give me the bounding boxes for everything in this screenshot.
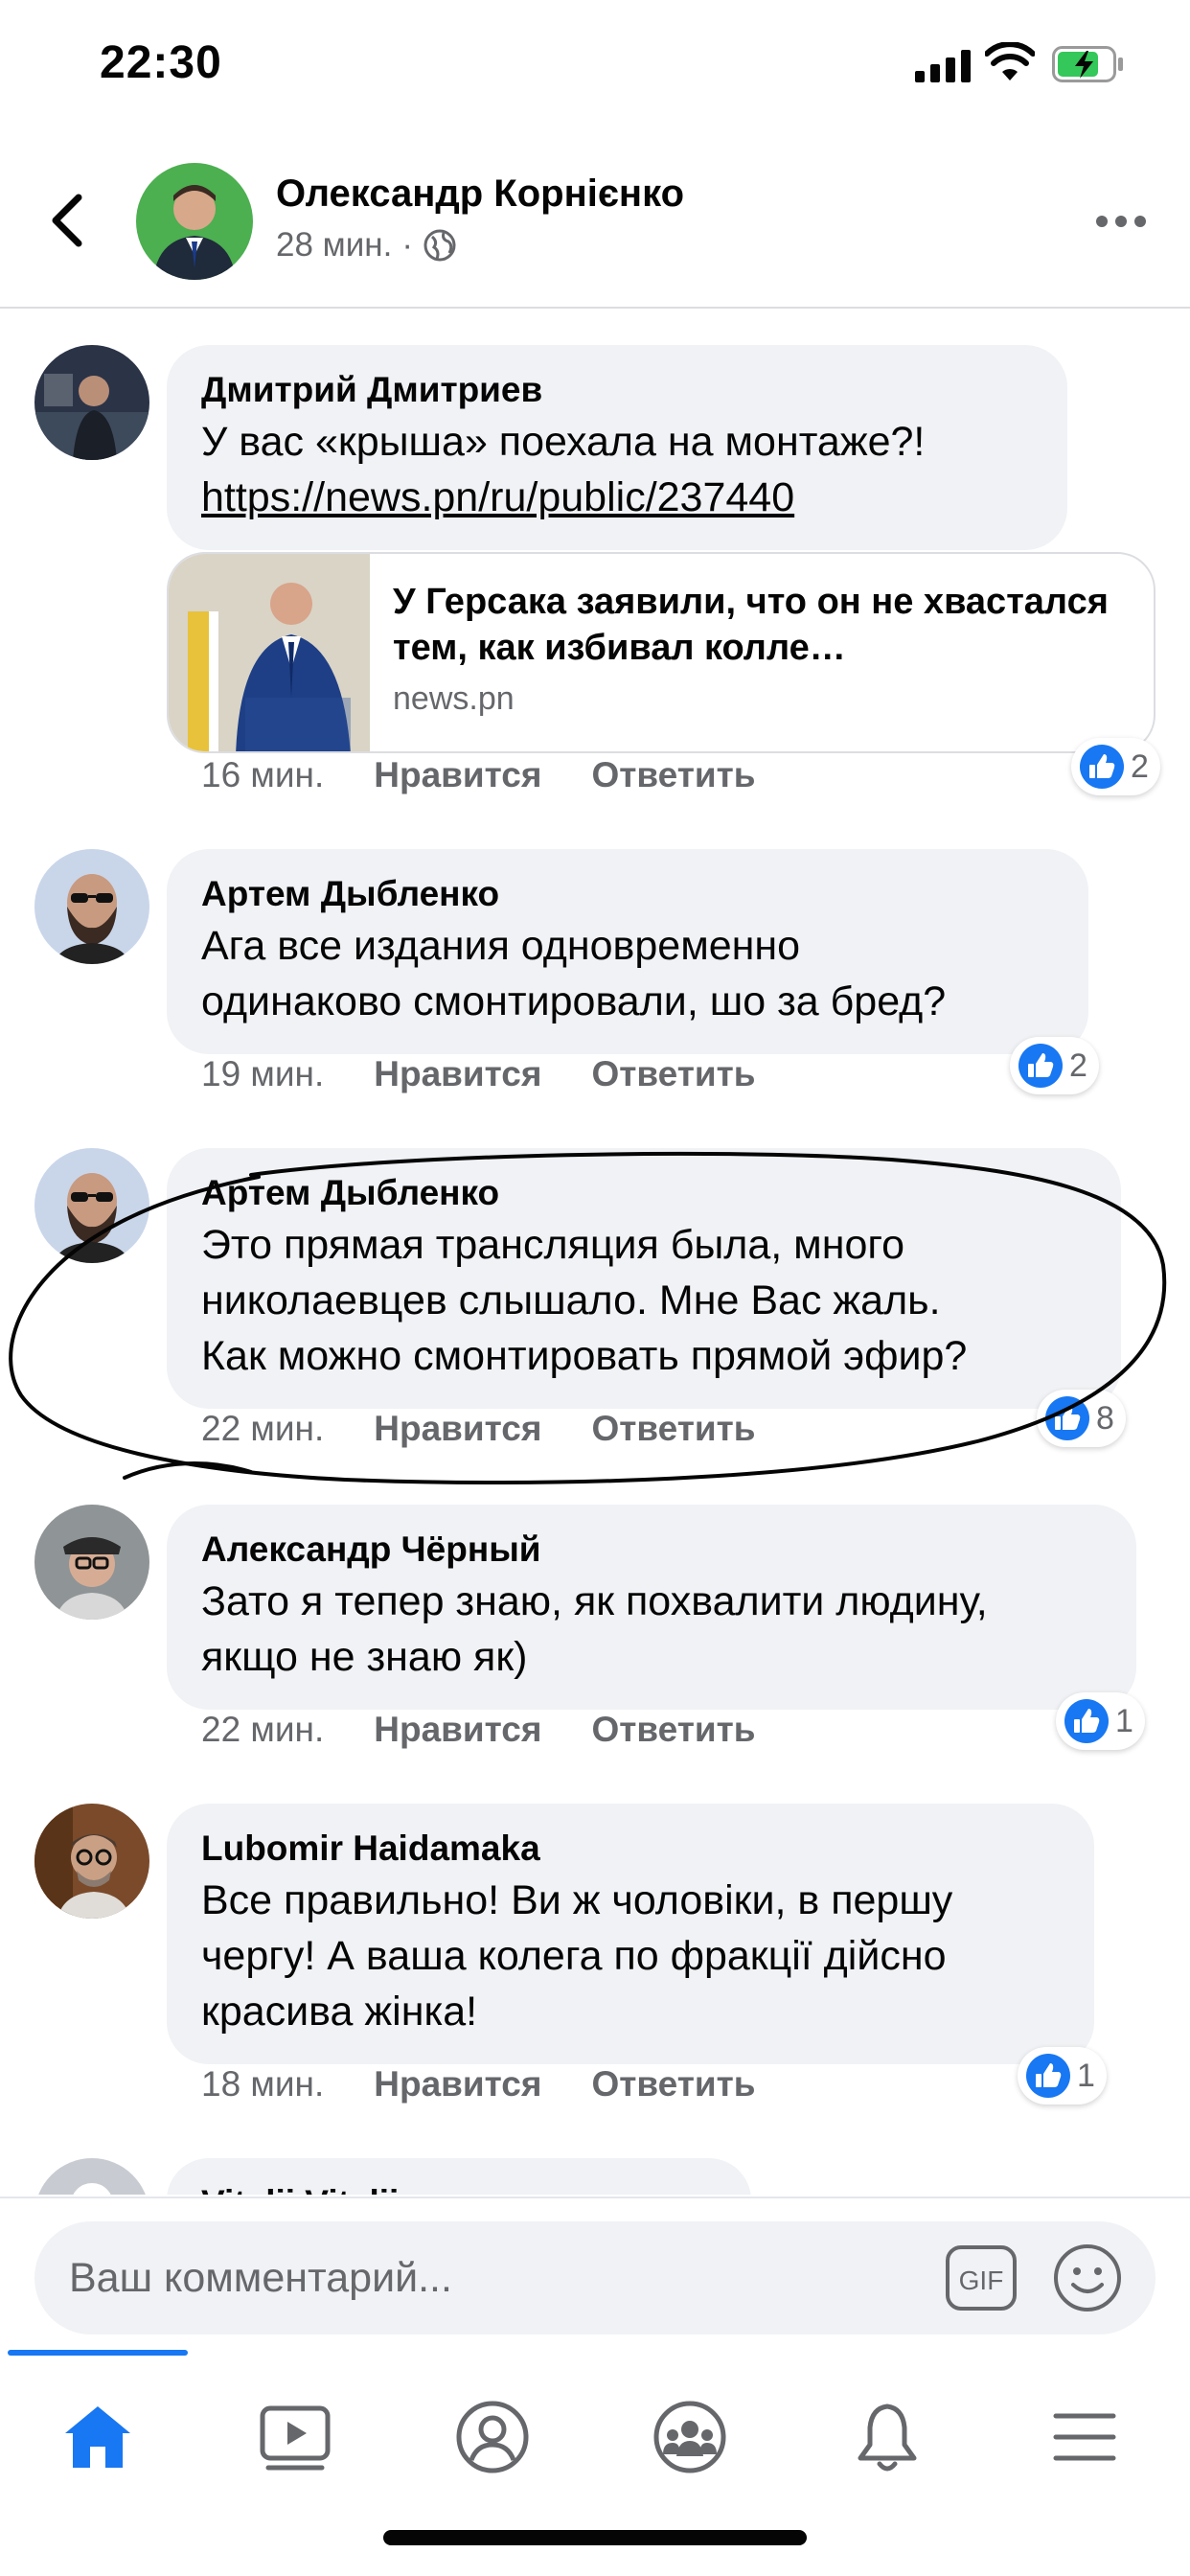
tab-groups[interactable] [592,2375,788,2499]
tab-notifications[interactable] [790,2375,985,2499]
like-button[interactable]: Нравится [374,1710,541,1750]
comment-text: Все правильно! Ви ж чоловіки, в першу че… [201,1877,953,2035]
comment-author[interactable]: Lubomir Haidamaka [201,1825,1060,1873]
emoji-icon[interactable] [1052,2242,1123,2313]
comment-bubble[interactable]: Дмитрий Дмитриев У вас «крыша» поехала н… [167,345,1067,550]
comment-text: Зато я тепер знаю, як похвалити людину, … [201,1578,988,1680]
comment-bubble[interactable]: Lubomir Haidamaka Все правильно! Ви ж чо… [167,1804,1094,2064]
comment-bubble[interactable]: Артем Дыбленко Это прямая трансляция был… [167,1148,1121,1409]
comment-bubble[interactable]: Александр Чёрный Зато я тепер знаю, як п… [167,1505,1136,1710]
reaction-count: 8 [1096,1399,1114,1437]
gif-icon[interactable]: GIF [945,2244,1018,2312]
reaction-count: 1 [1115,1702,1133,1739]
status-time: 22:30 [100,37,222,88]
comment-author[interactable]: Vitalii Vitalii [201,2179,717,2195]
like-icon [1080,745,1124,789]
menu-icon [1053,2413,1116,2461]
comment-author[interactable]: Артем Дыбленко [201,1169,1087,1217]
reaction-badge[interactable]: 2 [1010,1037,1099,1094]
post-header: Олександр Корнієнко 28 мин. · [0,144,1190,309]
commenter-avatar[interactable] [34,345,149,460]
commenter-avatar[interactable] [34,2158,149,2195]
reaction-badge[interactable]: 1 [1056,1692,1145,1750]
comment-list: Дмитрий Дмитриев У вас «крыша» поехала н… [0,326,1190,2195]
comment-author[interactable]: Артем Дыбленко [201,870,1054,918]
link-preview-domain: news.pn [393,680,515,717]
gif-label: GIF [959,2266,1004,2295]
tab-profile[interactable] [395,2375,590,2499]
battery-icon [1052,46,1123,82]
like-icon [1064,1699,1109,1743]
comment-time: 22 мин. [201,1710,325,1749]
reaction-count: 2 [1069,1046,1087,1084]
link-preview-card[interactable]: У Герсака заявили, что он не хвастался т… [167,552,1156,753]
comment-actions: 22 мин. Нравится Ответить [201,1710,755,1750]
author-avatar[interactable] [136,163,253,280]
tab-watch[interactable] [197,2375,393,2499]
comment-composer: GIF [0,2196,1190,2350]
commenter-avatar[interactable] [34,1505,149,1620]
commenter-avatar[interactable] [34,849,149,964]
like-button[interactable]: Нравится [374,2064,541,2104]
reply-button[interactable]: Ответить [591,1054,755,1094]
post-author-name[interactable]: Олександр Корнієнко [276,172,684,216]
comment-text: Это прямая трансляция была, много никола… [201,1222,968,1379]
like-icon [1018,1044,1063,1088]
link-preview-title: У Герсака заявили, что он не хвастался т… [393,582,1109,668]
like-button[interactable]: Нравится [374,1409,541,1449]
signal-icon [915,50,971,82]
groups-icon [653,2401,726,2473]
reaction-count: 2 [1131,748,1149,785]
reaction-badge[interactable]: 1 [1018,2047,1107,2104]
reply-button[interactable]: Ответить [591,2064,755,2104]
comment-actions: 22 мин. Нравится Ответить [201,1409,755,1449]
comment-time: 16 мин. [201,755,325,794]
tab-menu[interactable] [987,2375,1182,2499]
notifications-icon [858,2404,917,2472]
comment-author[interactable]: Александр Чёрный [201,1526,1102,1574]
comment-author[interactable]: Дмитрий Дмитриев [201,366,1033,414]
status-bar: 22:30 [0,0,1190,125]
comment-text: Ага все издания одновременно одинаково с… [201,923,947,1024]
commenter-avatar[interactable] [34,1148,149,1263]
like-button[interactable]: Нравится [374,1054,541,1094]
comment-bubble[interactable]: Артем Дыбленко Ага все издания одновреме… [167,849,1088,1054]
like-icon [1026,2054,1070,2098]
profile-icon [456,2401,529,2473]
globe-icon [423,229,456,262]
home-indicator [383,2530,807,2545]
comment-time: 18 мин. [201,2064,325,2104]
reaction-badge[interactable]: 2 [1071,738,1160,795]
reply-button[interactable]: Ответить [591,1710,755,1750]
reply-button[interactable]: Ответить [591,755,755,795]
comment-link[interactable]: https://news.pn/ru/public/237440 [201,470,1033,525]
commenter-avatar[interactable] [34,1804,149,1919]
comment-text: У вас «крыша» поехала на монтаже?! [201,419,926,465]
comment-actions: 16 мин. Нравится Ответить [201,755,755,795]
comment-time: 19 мин. [201,1054,325,1093]
back-icon[interactable] [46,192,88,249]
link-preview-thumbnail [169,554,370,751]
reply-button[interactable]: Ответить [591,1409,755,1449]
reaction-badge[interactable]: 8 [1037,1390,1126,1447]
comment-bubble[interactable]: Vitalii Vitalii [167,2158,751,2195]
like-icon [1045,1396,1089,1440]
wifi-icon [985,42,1035,80]
like-button[interactable]: Нравится [374,755,541,795]
comment-actions: 19 мин. Нравится Ответить [201,1054,755,1094]
post-time: 28 мин. [276,226,393,264]
comment-actions: 18 мин. Нравится Ответить [201,2064,755,2104]
comment-time: 22 мин. [201,1409,325,1448]
reaction-count: 1 [1077,2057,1095,2094]
watch-icon [260,2405,331,2471]
post-meta: 28 мин. · [276,226,457,264]
active-tab-indicator [8,2350,188,2356]
home-icon [65,2406,130,2468]
more-options-icon[interactable] [1094,207,1148,236]
meta-separator: · [401,226,413,264]
tab-home[interactable] [0,2375,195,2499]
